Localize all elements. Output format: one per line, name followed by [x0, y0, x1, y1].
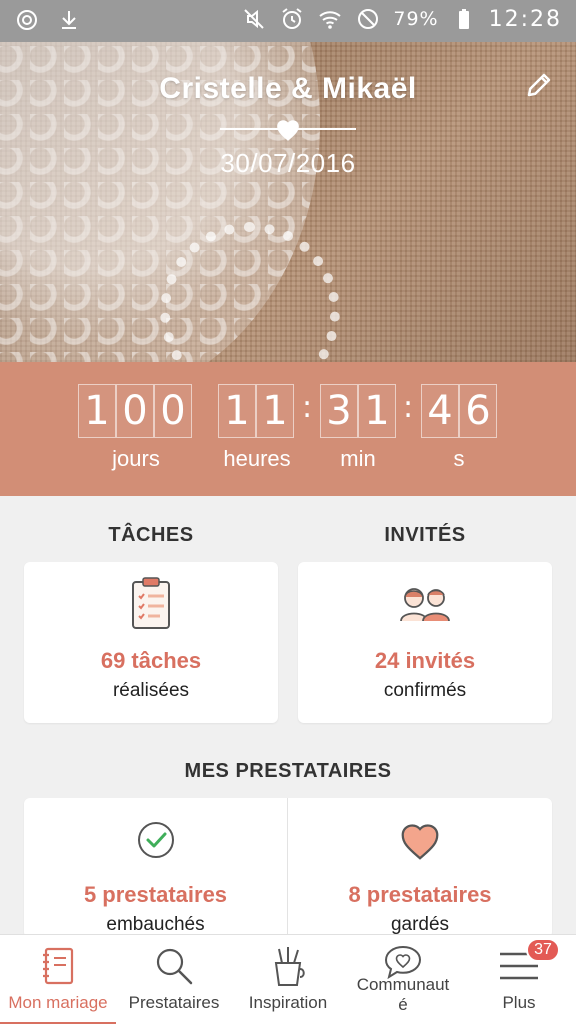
guests-caption: confirmés [383, 680, 467, 701]
countdown-separator: : [302, 390, 313, 425]
nav-inspiration[interactable]: Inspiration [232, 935, 344, 1024]
guests-card[interactable]: 24 invités confirmés [298, 562, 552, 723]
countdown-digit: 3 [320, 384, 358, 438]
clock: 12:28 [488, 6, 562, 32]
notebook-icon [35, 943, 81, 989]
countdown-minutes: 3 1 [320, 384, 396, 438]
vendors-hired-caption: embauchés [106, 914, 205, 935]
countdown-separator: : [403, 390, 414, 425]
nav-mon-mariage[interactable]: Mon mariage [0, 935, 116, 1024]
battery-icon [451, 6, 477, 32]
countdown-digit: 1 [358, 384, 396, 438]
alarm-icon [279, 6, 305, 32]
tasks-title: TÂCHES [108, 524, 194, 546]
couple-icon [298, 584, 552, 622]
countdown-days: 1 0 0 [78, 384, 192, 438]
countdown-digit: 6 [459, 384, 497, 438]
wedding-date: 30/07/2016 [220, 148, 356, 178]
status-bar: 79% 12:28 [0, 0, 576, 42]
countdown-panel: 1 0 0 1 1 : 3 1 : 4 6 jours heures min s [0, 362, 576, 496]
countdown-digit: 1 [78, 384, 116, 438]
label-days: jours [112, 446, 160, 471]
nav-prestataires[interactable]: Prestataires [116, 935, 232, 1024]
nav-label: Plus [502, 993, 536, 1012]
sync-icon [14, 7, 40, 33]
do-not-disturb-icon [355, 6, 381, 32]
wifi-icon [317, 6, 343, 32]
countdown-hours: 1 1 [218, 384, 294, 438]
vendors-card: 5 prestataires embauchés 8 prestataires … [24, 798, 552, 938]
vendors-saved-caption: gardés [390, 914, 450, 935]
pencil-cup-icon [265, 943, 311, 989]
countdown-digit: 1 [218, 384, 256, 438]
label-minutes: min [340, 446, 376, 471]
mute-icon [241, 6, 267, 32]
small-heart-icon [275, 118, 301, 142]
notification-badge: 37 [526, 938, 560, 962]
label-seconds: s [453, 446, 465, 471]
vendors-saved-count: 8 prestataires [348, 882, 492, 907]
tasks-count: 69 tâches [100, 648, 202, 673]
tasks-card[interactable]: 69 tâches réalisées [24, 562, 278, 723]
search-icon [151, 943, 197, 989]
countdown-digit: 4 [421, 384, 459, 438]
nav-label: Inspiration [248, 993, 328, 1012]
download-icon [56, 7, 82, 33]
nav-label: Mon mariage [8, 993, 108, 1012]
title-divider [220, 118, 356, 142]
header-hero: Cristelle & Mikaël 30/07/2016 [0, 42, 576, 362]
nav-label: Communaut é [356, 975, 450, 1014]
clipboard-icon [24, 576, 278, 630]
countdown-digit: 0 [154, 384, 192, 438]
vendors-hired-count: 5 prestataires [83, 882, 228, 907]
countdown-digit: 1 [256, 384, 294, 438]
edit-button[interactable] [522, 70, 556, 104]
nav-communaute[interactable]: Communaut é [344, 935, 462, 1024]
heart-icon [288, 822, 552, 860]
bottom-nav: Mon mariage Prestataires Inspiration Com… [0, 934, 576, 1024]
countdown-seconds: 4 6 [421, 384, 497, 438]
vendors-title: MES PRESTATAIRES [184, 760, 392, 782]
tasks-caption: réalisées [112, 680, 190, 701]
battery-percent: 79% [393, 8, 439, 30]
guests-title: INVITÉS [384, 524, 466, 546]
countdown-digit: 0 [116, 384, 154, 438]
nav-label: Prestataires [128, 993, 220, 1012]
couple-names: Cristelle & Mikaël [159, 72, 417, 105]
vendors-hired[interactable]: 5 prestataires embauchés [24, 798, 287, 938]
vendors-saved[interactable]: 8 prestataires gardés [288, 798, 552, 938]
guests-count: 24 invités [374, 648, 476, 673]
label-hours: heures [223, 446, 291, 471]
pencil-icon [524, 70, 554, 105]
check-circle-icon [24, 820, 287, 860]
